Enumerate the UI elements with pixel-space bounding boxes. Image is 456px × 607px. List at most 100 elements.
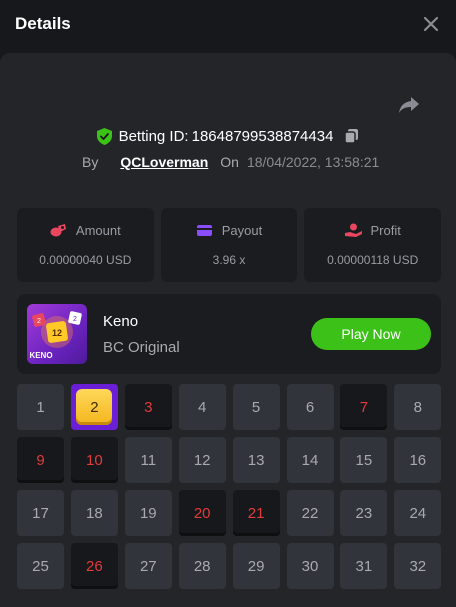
svg-text:12: 12 [52, 328, 62, 338]
keno-cell-number: 7 [359, 398, 369, 416]
keno-cell-28[interactable]: 28 [178, 543, 226, 589]
betting-id-value: 18648799538874434 [191, 127, 334, 145]
by-label: By [82, 154, 99, 170]
keno-cell-number: 21 [247, 504, 265, 522]
keno-cell-8[interactable]: 8 [394, 384, 442, 430]
keno-cell-number: 1 [36, 398, 45, 416]
keno-cell-26[interactable]: 26 [70, 543, 118, 589]
keno-cell-27[interactable]: 27 [124, 543, 172, 589]
keno-cell-22[interactable]: 22 [286, 490, 334, 536]
betting-id-row: Betting ID: 18648799538874434 [0, 125, 456, 147]
keno-cell-14[interactable]: 14 [286, 437, 334, 483]
keno-cell-number: 16 [409, 451, 427, 469]
keno-cell-18[interactable]: 18 [70, 490, 118, 536]
stat-label: Payout [221, 223, 263, 238]
keno-cell-21[interactable]: 21 [232, 490, 280, 536]
keno-cell-29[interactable]: 29 [232, 543, 280, 589]
keno-cell-number: 27 [139, 557, 157, 575]
keno-cell-1[interactable]: 1 [17, 384, 64, 430]
keno-cell-number: 28 [193, 557, 211, 575]
keno-cell-number: 4 [198, 398, 207, 416]
keno-cell-number: 8 [413, 398, 422, 416]
keno-cell-number: 18 [86, 504, 103, 522]
keno-cell-19[interactable]: 19 [124, 490, 172, 536]
keno-cell-23[interactable]: 23 [340, 490, 388, 536]
bet-datetime: 18/04/2022, 13:58:21 [246, 154, 380, 170]
keno-cell-number: 23 [355, 504, 373, 522]
keno-cell-30[interactable]: 30 [286, 543, 334, 589]
keno-cell-2[interactable]: 2 [70, 384, 118, 430]
keno-cell-number: 15 [355, 451, 373, 469]
keno-cell-4[interactable]: 4 [178, 384, 226, 430]
keno-cell-31[interactable]: 31 [340, 543, 388, 589]
keno-cell-9[interactable]: 9 [17, 437, 64, 483]
keno-cell-number: 9 [36, 451, 45, 469]
keno-cell-number: 19 [139, 504, 157, 522]
close-icon[interactable] [422, 15, 440, 33]
keno-cell-15[interactable]: 15 [340, 437, 388, 483]
keno-cell-25[interactable]: 25 [17, 543, 64, 589]
game-name: Keno [103, 313, 139, 330]
stat-profit: Profit 0.00000118 USD [304, 208, 442, 282]
keno-cell-number: 24 [409, 504, 427, 522]
keno-cell-7[interactable]: 7 [340, 384, 388, 430]
share-icon[interactable] [398, 96, 420, 114]
copy-icon[interactable] [344, 128, 359, 144]
keno-thumbnail: 12 2 2 KENO [27, 304, 87, 364]
game-card: 12 2 2 KENO Keno BC Original Play Now [17, 294, 441, 374]
card-icon [196, 225, 212, 236]
game-provider: BC Original [103, 339, 180, 356]
bet-meta-row: By QCLoverman On 18/04/2022, 13:58:21 [82, 152, 379, 172]
keno-cell-32[interactable]: 32 [394, 543, 442, 589]
keno-cell-number: 31 [355, 557, 373, 575]
keno-cell-16[interactable]: 16 [394, 437, 442, 483]
keno-cell-11[interactable]: 11 [124, 437, 172, 483]
keno-cell-3[interactable]: 3 [124, 384, 172, 430]
keno-cell-number: 17 [32, 504, 49, 522]
keno-hit-gem: 2 [76, 389, 113, 425]
keno-cell-number: 29 [247, 557, 265, 575]
verified-shield-icon [96, 127, 112, 145]
keno-cell-number: 11 [140, 451, 157, 469]
keno-cell-10[interactable]: 10 [70, 437, 118, 483]
keno-cell-number: 25 [32, 557, 49, 575]
details-header: Details [0, 0, 456, 53]
coins-icon [50, 224, 66, 237]
on-label: On [220, 154, 239, 170]
keno-cell-number: 13 [247, 451, 265, 469]
stat-amount: Amount 0.00000040 USD [17, 208, 154, 282]
keno-logo: 12 2 2 KENO [29, 311, 82, 360]
play-now-button[interactable]: Play Now [311, 318, 431, 350]
keno-cell-number: 30 [301, 557, 319, 575]
svg-text:2: 2 [37, 318, 41, 325]
keno-cell-6[interactable]: 6 [286, 384, 334, 430]
keno-cell-number: 14 [301, 451, 319, 469]
stat-value: 0.00000118 USD [327, 253, 419, 267]
keno-cell-17[interactable]: 17 [17, 490, 64, 536]
keno-cell-24[interactable]: 24 [394, 490, 442, 536]
keno-cell-number: 10 [86, 451, 103, 469]
stat-payout: Payout 3.96 x [160, 208, 298, 282]
keno-cell-20[interactable]: 20 [178, 490, 226, 536]
svg-text:KENO: KENO [29, 351, 52, 360]
keno-cell-number: 20 [193, 504, 211, 522]
keno-cell-number: 22 [301, 504, 319, 522]
stats-row: Amount 0.00000040 USD Payout 3.96 x Prof… [17, 208, 442, 282]
keno-cell-12[interactable]: 12 [178, 437, 226, 483]
stat-value: 3.96 x [212, 253, 246, 267]
keno-cell-number: 32 [409, 557, 427, 575]
page-title: Details [15, 14, 71, 33]
keno-cell-5[interactable]: 5 [232, 384, 280, 430]
keno-cell-13[interactable]: 13 [232, 437, 280, 483]
stat-value: 0.00000040 USD [39, 253, 132, 267]
hand-coin-icon [344, 223, 362, 237]
svg-text:2: 2 [73, 316, 77, 323]
stat-label: Amount [75, 223, 121, 238]
keno-cell-number: 26 [86, 557, 103, 575]
keno-cell-number: 3 [144, 398, 153, 416]
keno-cell-number: 5 [251, 398, 261, 416]
keno-cell-number: 6 [305, 398, 315, 416]
username-link[interactable]: QCLoverman [120, 154, 208, 170]
stat-label: Profit [370, 223, 401, 238]
betting-id-label: Betting ID: [118, 127, 189, 145]
